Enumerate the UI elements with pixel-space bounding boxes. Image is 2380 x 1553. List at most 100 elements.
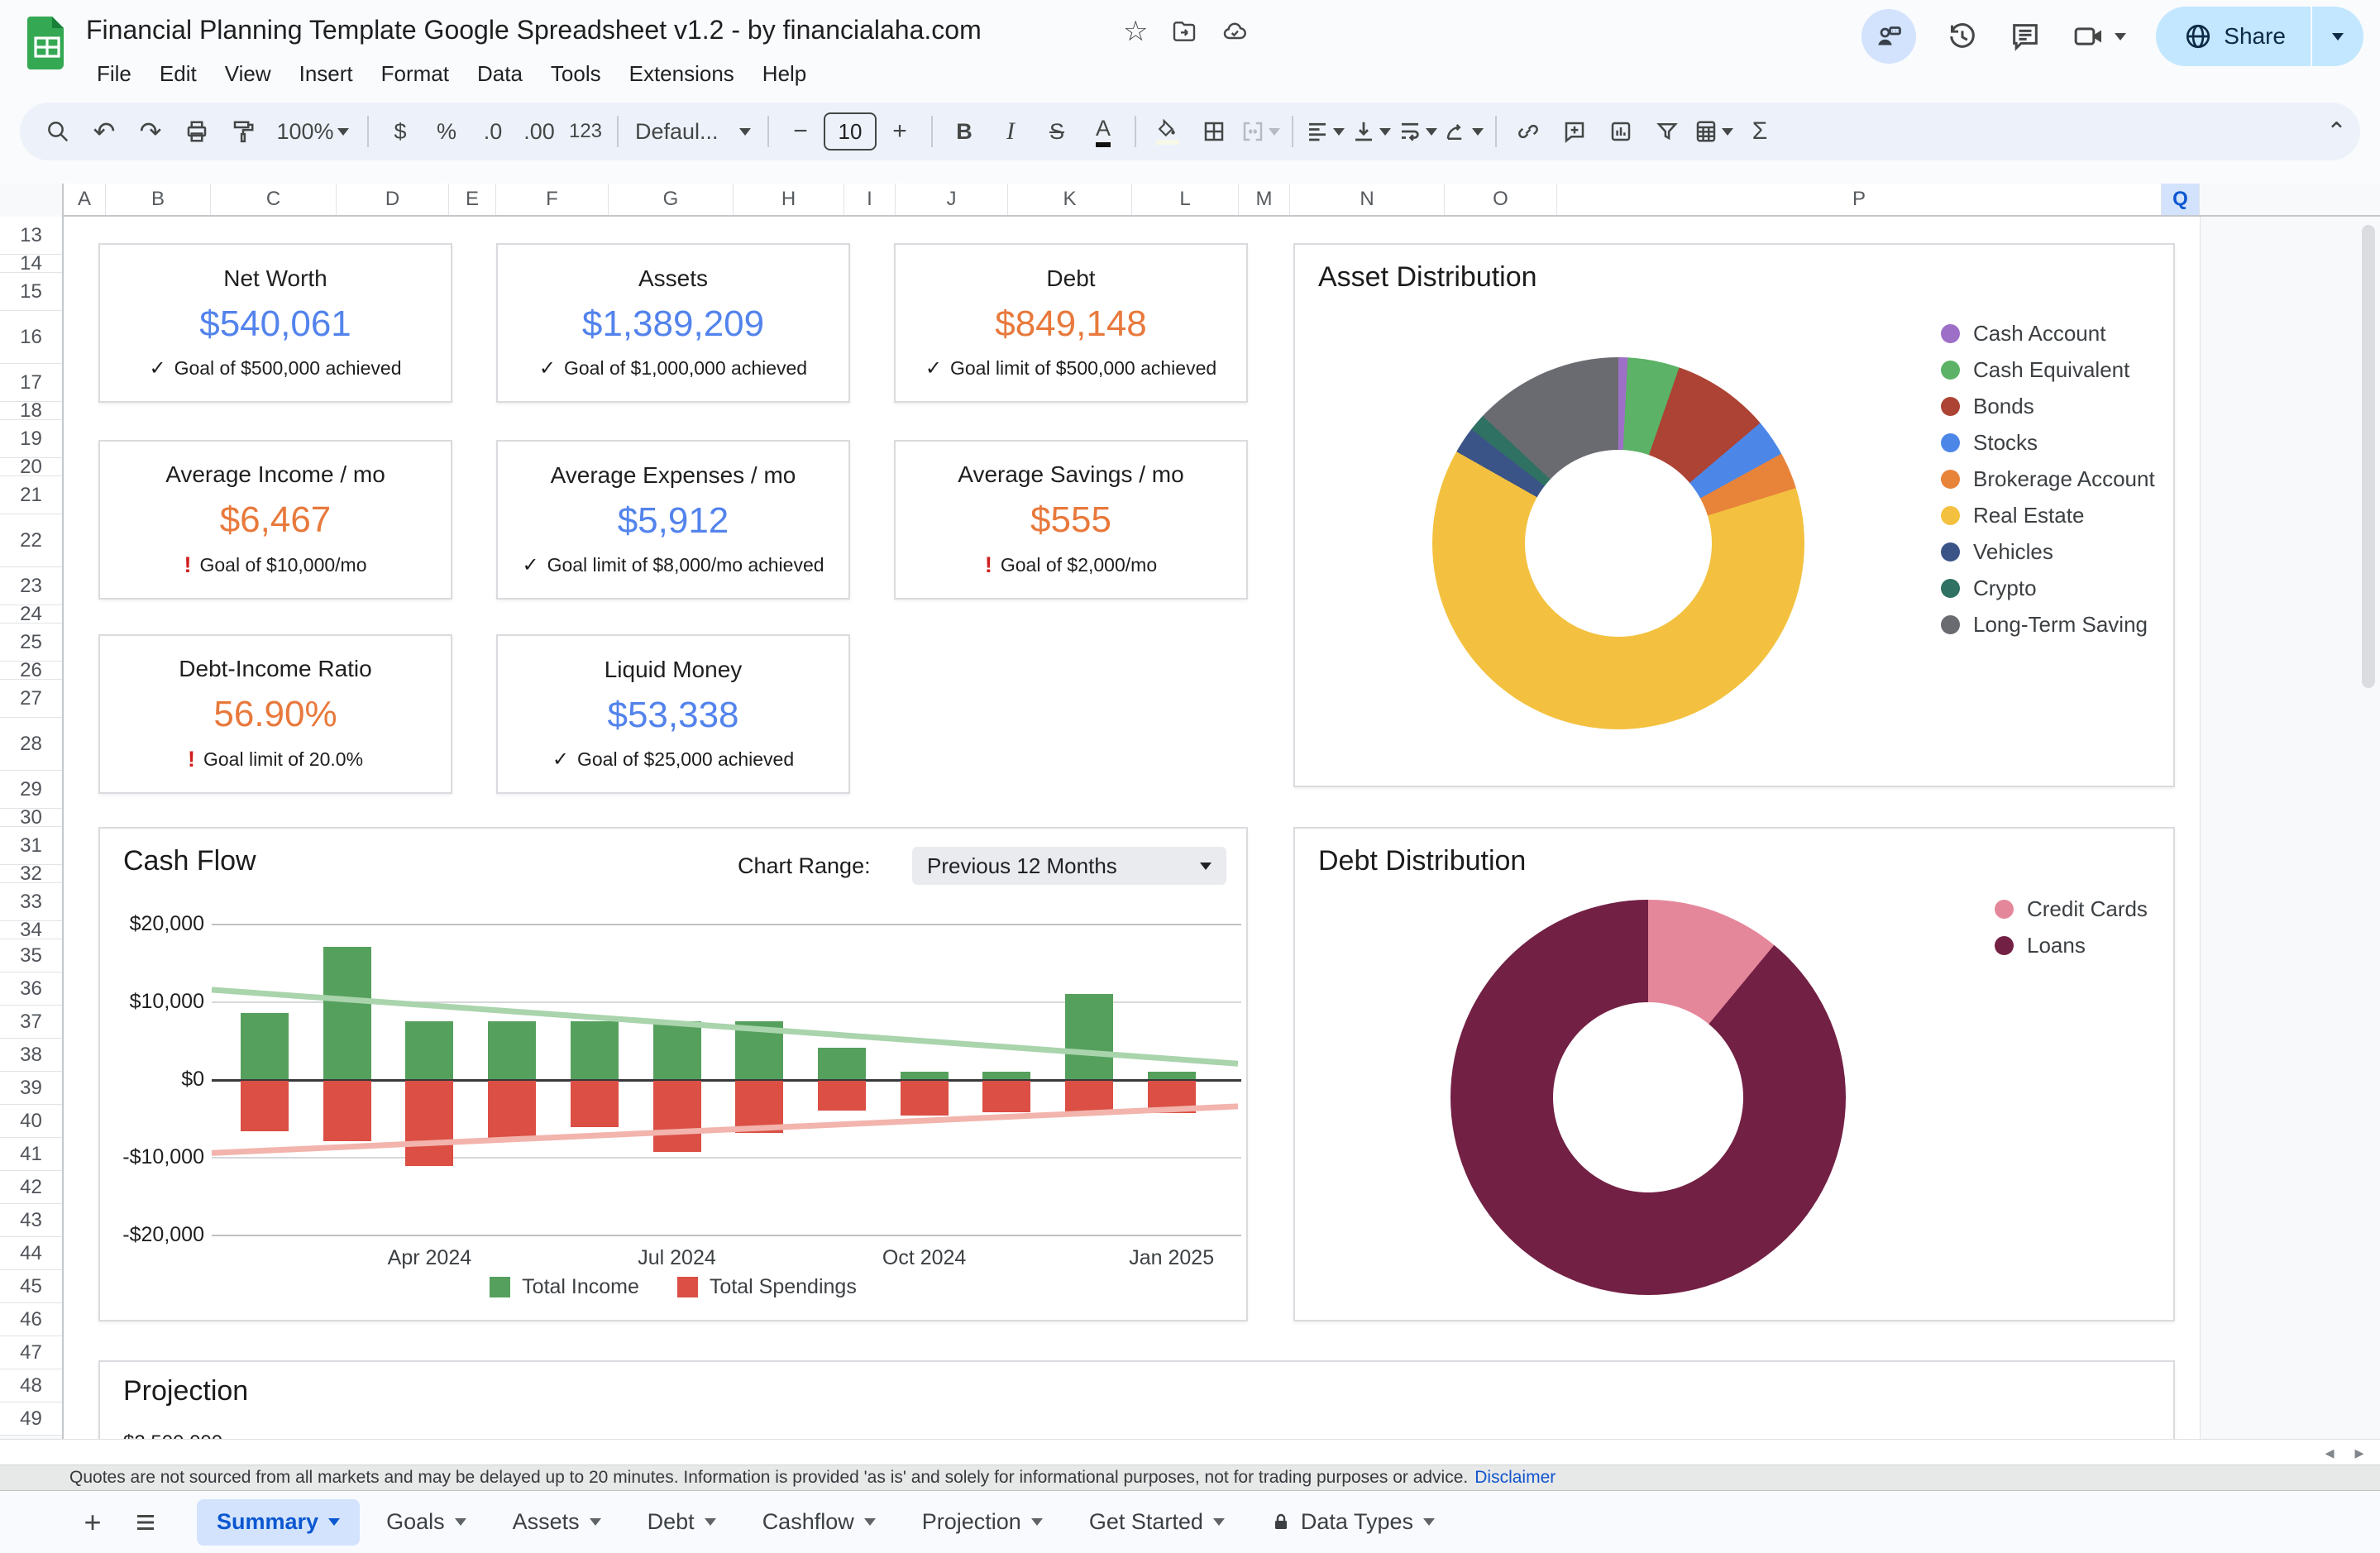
increase-decimal-button[interactable]: .00	[516, 108, 562, 155]
increase-font-size-button[interactable]: +	[877, 108, 923, 155]
row-header-49[interactable]: 49	[0, 1402, 62, 1436]
column-header-C[interactable]: C	[211, 184, 337, 215]
scroll-right-button[interactable]: ▸	[2347, 1442, 2372, 1464]
menu-insert[interactable]: Insert	[285, 55, 367, 93]
text-wrap-button[interactable]	[1394, 108, 1441, 155]
text-color-button[interactable]: A	[1080, 108, 1126, 155]
menu-extensions[interactable]: Extensions	[615, 55, 748, 93]
horizontal-align-button[interactable]	[1302, 108, 1348, 155]
asset-distribution-panel[interactable]: Asset Distribution Cash AccountCash Equi…	[1293, 243, 2175, 787]
row-header-43[interactable]: 43	[0, 1204, 62, 1237]
column-header-M[interactable]: M	[1239, 184, 1290, 215]
column-header-G[interactable]: G	[609, 184, 734, 215]
column-header-I[interactable]: I	[844, 184, 896, 215]
more-formats-button[interactable]: 123	[562, 108, 609, 155]
column-header-J[interactable]: J	[896, 184, 1008, 215]
row-header-40[interactable]: 40	[0, 1105, 62, 1138]
menu-file[interactable]: File	[83, 55, 146, 93]
column-header-P[interactable]: P	[1557, 184, 2162, 215]
row-header-35[interactable]: 35	[0, 939, 62, 972]
horizontal-scrollbar[interactable]: ◂ ▸	[0, 1439, 2380, 1465]
menu-view[interactable]: View	[211, 55, 285, 93]
debt-distribution-panel[interactable]: Debt Distribution Credit CardsLoans	[1293, 827, 2175, 1321]
column-header-N[interactable]: N	[1290, 184, 1445, 215]
insert-link-button[interactable]	[1505, 108, 1551, 155]
row-header-48[interactable]: 48	[0, 1369, 62, 1402]
menu-edit[interactable]: Edit	[146, 55, 211, 93]
row-header-41[interactable]: 41	[0, 1138, 62, 1171]
sheet-tab-get-started[interactable]: Get Started	[1069, 1499, 1245, 1546]
sheet-tab-summary[interactable]: Summary	[197, 1499, 360, 1546]
menu-tools[interactable]: Tools	[537, 55, 615, 93]
sheet-tab-cashflow[interactable]: Cashflow	[743, 1499, 896, 1546]
paint-format-button[interactable]	[220, 108, 266, 155]
insert-comment-button[interactable]	[1551, 108, 1598, 155]
column-header-O[interactable]: O	[1445, 184, 1557, 215]
comments-icon[interactable]	[2009, 20, 2042, 53]
move-folder-icon[interactable]	[1171, 18, 1197, 45]
column-header-A[interactable]: A	[64, 184, 106, 215]
row-header-18[interactable]: 18	[0, 402, 62, 420]
cloud-saved-icon[interactable]	[1221, 18, 1249, 45]
italic-button[interactable]: I	[987, 108, 1034, 155]
sheet-tab-goals[interactable]: Goals	[366, 1499, 486, 1546]
scroll-left-button[interactable]: ◂	[2317, 1442, 2342, 1464]
row-header-16[interactable]: 16	[0, 311, 62, 364]
row-header-14[interactable]: 14	[0, 255, 62, 273]
borders-button[interactable]	[1191, 108, 1237, 155]
column-header-B[interactable]: B	[106, 184, 211, 215]
share-menu-button[interactable]	[2312, 7, 2363, 66]
functions-button[interactable]: Σ	[1737, 108, 1783, 155]
table-tools-button[interactable]	[1690, 108, 1737, 155]
vertical-scrollbar[interactable]	[2362, 225, 2375, 688]
disclaimer-link[interactable]: Disclaimer	[1474, 1468, 1556, 1488]
menu-help[interactable]: Help	[748, 55, 820, 93]
cashflow-panel[interactable]: Cash Flow Chart Range: Previous 12 Month…	[98, 827, 1248, 1321]
select-all-corner[interactable]	[0, 184, 64, 217]
redo-button[interactable]: ↷	[127, 108, 174, 155]
fill-color-button[interactable]	[1145, 108, 1191, 155]
vertical-align-button[interactable]	[1348, 108, 1394, 155]
row-header-33[interactable]: 33	[0, 883, 62, 921]
projection-panel[interactable]: Projection $2,500,000	[98, 1360, 2175, 1439]
activity-presence-icon[interactable]	[1861, 9, 1916, 64]
column-header-F[interactable]: F	[496, 184, 609, 215]
row-header-21[interactable]: 21	[0, 476, 62, 514]
column-header-H[interactable]: H	[734, 184, 844, 215]
merge-cells-button[interactable]	[1237, 108, 1283, 155]
sheets-logo-icon[interactable]	[27, 17, 67, 69]
undo-button[interactable]: ↶	[81, 108, 127, 155]
sheet-tab-debt[interactable]: Debt	[628, 1499, 736, 1546]
row-header-44[interactable]: 44	[0, 1237, 62, 1270]
column-header-E[interactable]: E	[449, 184, 496, 215]
share-button[interactable]: Share	[2156, 7, 2363, 66]
row-header-45[interactable]: 45	[0, 1270, 62, 1303]
bold-button[interactable]: B	[941, 108, 987, 155]
row-header-37[interactable]: 37	[0, 1006, 62, 1039]
font-size-input[interactable]: 10	[824, 112, 877, 151]
column-header-D[interactable]: D	[337, 184, 449, 215]
row-header-23[interactable]: 23	[0, 567, 62, 605]
zoom-select[interactable]: 100%	[266, 108, 359, 155]
collapse-toolbar-button[interactable]: ⌃	[2326, 117, 2347, 146]
search-icon[interactable]	[35, 108, 81, 155]
font-select[interactable]: Defaul...	[627, 108, 759, 155]
row-header-42[interactable]: 42	[0, 1171, 62, 1204]
row-header-20[interactable]: 20	[0, 458, 62, 476]
add-sheet-button[interactable]: +	[69, 1499, 116, 1546]
column-header-K[interactable]: K	[1008, 184, 1132, 215]
sheet-canvas[interactable]: Net Worth$540,061✓Goal of $500,000 achie…	[0, 217, 2380, 1439]
column-header-Q[interactable]: Q	[2162, 184, 2200, 215]
format-percent-button[interactable]: %	[423, 108, 470, 155]
strikethrough-button[interactable]: S	[1034, 108, 1080, 155]
row-header-26[interactable]: 26	[0, 662, 62, 680]
column-header-L[interactable]: L	[1132, 184, 1239, 215]
row-header-36[interactable]: 36	[0, 972, 62, 1006]
row-header-24[interactable]: 24	[0, 605, 62, 624]
print-button[interactable]	[174, 108, 220, 155]
decrease-decimal-button[interactable]: .0	[470, 108, 516, 155]
row-header-15[interactable]: 15	[0, 273, 62, 311]
row-header-19[interactable]: 19	[0, 420, 62, 458]
row-header-29[interactable]: 29	[0, 771, 62, 809]
row-header-46[interactable]: 46	[0, 1303, 62, 1336]
